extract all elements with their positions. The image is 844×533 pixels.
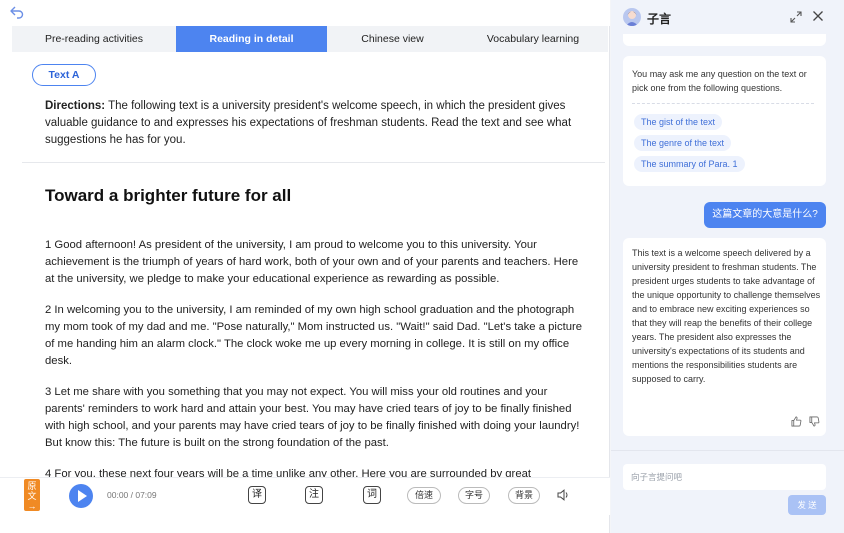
directions-label: Directions: — [45, 100, 106, 112]
assistant-pane: 子言 You may ask me any question on the te… — [611, 0, 844, 533]
translate-button[interactable]: 译 — [248, 486, 266, 504]
back-icon[interactable] — [9, 4, 25, 20]
speed-button[interactable]: 倍速 — [407, 487, 441, 504]
volume-icon[interactable] — [556, 488, 570, 502]
thumbs-up-icon[interactable] — [791, 416, 802, 427]
play-button[interactable] — [69, 484, 93, 508]
text-a-pill[interactable]: Text A — [32, 64, 96, 86]
tab-reading-in-detail[interactable]: Reading in detail — [176, 26, 327, 52]
send-button[interactable]: 发 送 — [788, 495, 826, 515]
thumbs-down-icon[interactable] — [809, 416, 820, 427]
directions-body: The following text is a university presi… — [45, 100, 572, 146]
tab-pre-reading[interactable]: Pre-reading activities — [12, 26, 176, 52]
divider — [22, 162, 605, 163]
close-icon[interactable] — [811, 9, 825, 23]
assistant-avatar — [623, 8, 641, 26]
original-text-label: 原文 — [27, 481, 37, 501]
avatar-icon — [626, 11, 638, 26]
paragraph-1: 1 Good afternoon! As president of the un… — [45, 239, 579, 285]
article-title: Toward a brighter future for all — [45, 186, 292, 205]
assistant-intro: You may ask me any question on the text … — [632, 69, 807, 93]
suggestion-genre[interactable]: The genre of the text — [634, 135, 732, 151]
question-input[interactable]: 向子言提问吧 — [623, 464, 826, 490]
suggestion-gist[interactable]: The gist of the text — [634, 114, 723, 130]
top-bar — [0, 0, 610, 26]
tab-bar: Pre-reading activities Reading in detail… — [12, 26, 608, 52]
paragraph-3: 3 Let me share with you something that y… — [45, 386, 580, 449]
original-text-toggle[interactable]: 原文 → — [24, 479, 40, 511]
paragraph-4: 4 For you, these next four years will be… — [45, 468, 532, 477]
app-window: Pre-reading activities Reading in detail… — [0, 0, 844, 533]
note-button[interactable]: 注 — [305, 486, 323, 504]
font-size-button[interactable]: 字号 — [458, 487, 490, 504]
suggestion-summary[interactable]: The summary of Para. 1 — [634, 156, 745, 172]
assistant-answer: This text is a welcome speech delivered … — [632, 248, 821, 384]
user-question-bubble: 这篇文章的大意是什么? — [704, 202, 826, 228]
tab-chinese-view[interactable]: Chinese view — [327, 26, 458, 52]
paragraph-2: 2 In welcoming you to the university, I … — [45, 304, 583, 367]
input-separator — [611, 450, 844, 451]
directions-text: Directions: The following text is a univ… — [45, 98, 585, 149]
dashed-divider — [632, 103, 814, 104]
reading-pane: Pre-reading activities Reading in detail… — [0, 0, 610, 533]
previous-message-card — [623, 34, 826, 46]
word-button[interactable]: 词 — [363, 486, 381, 504]
background-button[interactable]: 背景 — [508, 487, 540, 504]
assistant-name: 子言 — [647, 12, 672, 26]
playback-time: 00:00 / 07:09 — [107, 490, 157, 500]
expand-icon[interactable] — [789, 10, 803, 24]
tab-vocabulary-learning[interactable]: Vocabulary learning — [458, 26, 608, 52]
